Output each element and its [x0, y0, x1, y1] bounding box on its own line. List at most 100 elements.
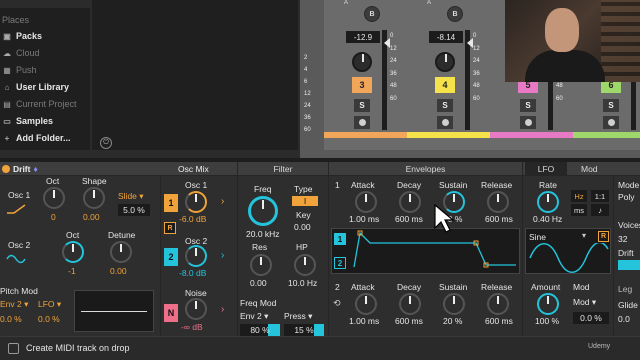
- hotswap-icon[interactable]: ♦: [33, 164, 37, 174]
- browser-item-user-library[interactable]: ⌂ User Library: [2, 79, 69, 95]
- record-icon: [358, 119, 366, 126]
- send-b-knob[interactable]: B: [364, 6, 380, 22]
- envelopes-header: Envelopes: [329, 162, 522, 175]
- browser-item-cloud[interactable]: ☁ Cloud: [2, 45, 40, 61]
- env2-attack-knob[interactable]: [355, 293, 377, 315]
- filter-mod-amt1[interactable]: 80 %: [240, 324, 280, 336]
- env1-attack-knob[interactable]: [355, 191, 377, 213]
- lfo-mod-src-dropdown[interactable]: Mod ▾: [573, 296, 596, 308]
- mix-osc2-knob[interactable]: [185, 245, 207, 267]
- lfo-wave-dropdown[interactable]: Sine: [529, 231, 546, 243]
- lfo-amount-knob[interactable]: [537, 293, 559, 315]
- osc1-shape-knob[interactable]: [83, 187, 105, 209]
- osc-mix-panel: Osc 1 1 -6.0 dB › R Osc 2 2 -8.0 dB › No…: [161, 176, 237, 336]
- track-activator-button[interactable]: 3: [352, 77, 372, 93]
- lfo-wave-display[interactable]: Sine ▾ R: [525, 228, 611, 274]
- pitch-mod-amt2[interactable]: 0.0 %: [38, 314, 60, 324]
- mix-retrigger-chip[interactable]: R: [164, 222, 176, 234]
- record-arm-button[interactable]: [437, 116, 453, 129]
- chevron-right-icon[interactable]: ›: [221, 250, 224, 261]
- send-b-knob[interactable]: B: [447, 6, 463, 22]
- voice-mode-value[interactable]: Poly: [618, 192, 635, 202]
- project-icon: ▤: [3, 99, 11, 109]
- osc1-mode-dropdown[interactable]: Slide ▾: [118, 190, 144, 202]
- env1-decay-knob[interactable]: [399, 191, 421, 213]
- pan-knob[interactable]: [352, 52, 372, 72]
- chevron-right-icon[interactable]: ›: [221, 304, 224, 315]
- lfo-ms-button[interactable]: ms: [571, 204, 587, 216]
- filter-freq-value: 20.0 kHz: [246, 229, 280, 239]
- browser-item-add-folder[interactable]: + Add Folder...: [2, 130, 71, 146]
- record-arm-button[interactable]: [520, 116, 536, 129]
- lfo-note-icon[interactable]: ♪: [591, 204, 609, 216]
- record-arm-button[interactable]: [354, 116, 370, 129]
- loop-icon[interactable]: ⟲: [333, 298, 341, 309]
- tab-lfo[interactable]: LFO: [525, 162, 567, 175]
- lfo-ratio-button[interactable]: 1:1: [591, 190, 609, 202]
- pitch-mod-src2[interactable]: LFO ▾: [38, 298, 61, 310]
- solo-button[interactable]: S: [354, 99, 370, 112]
- filter-hp-knob[interactable]: [294, 254, 316, 276]
- fader-handle[interactable]: [461, 38, 473, 48]
- lfo-hz-button[interactable]: Hz: [571, 190, 587, 202]
- preview-icon[interactable]: ⏻: [100, 137, 112, 149]
- record-arm-button[interactable]: [603, 116, 619, 129]
- legato-button[interactable]: Leg: [618, 284, 632, 294]
- filter-mod-src2[interactable]: Press ▾: [284, 310, 312, 322]
- envelope-display[interactable]: 1 2: [331, 228, 520, 274]
- volume-display[interactable]: -8.14: [429, 31, 463, 43]
- solo-button[interactable]: S: [520, 99, 536, 112]
- voices-value[interactable]: 32: [618, 234, 627, 244]
- mix-osc1-chip[interactable]: 1: [164, 194, 178, 212]
- tab-mod[interactable]: Mod: [581, 164, 598, 174]
- filter-key-value[interactable]: 0.00: [294, 222, 311, 232]
- lfo-rate-value: 0.40 Hz: [533, 214, 563, 224]
- osc1-oct-knob[interactable]: [43, 187, 65, 209]
- device-on-icon[interactable]: [2, 164, 10, 173]
- volume-display[interactable]: -12.9: [346, 31, 380, 43]
- sine-wave-icon[interactable]: [6, 254, 26, 264]
- osc1-mode-amount[interactable]: 5.0 %: [118, 204, 150, 216]
- env1-release-knob[interactable]: [487, 191, 509, 213]
- fader-handle[interactable]: [378, 38, 390, 48]
- mix-osc2-chip[interactable]: 2: [164, 248, 178, 266]
- mix-noise-chip[interactable]: N: [164, 304, 178, 322]
- mix-osc1-knob[interactable]: [185, 191, 207, 213]
- env2-decay-knob[interactable]: [399, 293, 421, 315]
- osc2-detune-knob[interactable]: [110, 241, 132, 263]
- chevron-down-icon[interactable]: ▾: [582, 231, 586, 240]
- filter-type-selector[interactable]: I: [292, 196, 318, 206]
- solo-button[interactable]: S: [437, 99, 453, 112]
- env-display-tab1[interactable]: 1: [334, 233, 346, 245]
- filter-res-knob[interactable]: [250, 254, 272, 276]
- browser-item-current-project[interactable]: ▤ Current Project: [2, 96, 76, 112]
- browser-item-packs[interactable]: ▣ Packs: [2, 28, 42, 44]
- filter-mod-src1[interactable]: Env 2 ▾: [240, 310, 268, 322]
- glide-value[interactable]: 0.0: [618, 314, 630, 324]
- env2-sustain-knob[interactable]: [443, 293, 465, 315]
- filter-freq-knob[interactable]: [248, 196, 278, 226]
- chevron-right-icon[interactable]: ›: [221, 196, 224, 207]
- pan-knob[interactable]: [435, 52, 455, 72]
- pitch-mod-amt1[interactable]: 0.0 %: [0, 314, 22, 324]
- osc2-oct-knob[interactable]: [62, 241, 84, 263]
- browser-item-samples[interactable]: ▭ Samples: [2, 113, 53, 129]
- track-activator-button[interactable]: 4: [435, 77, 455, 93]
- env1-release-label: Release: [481, 180, 513, 190]
- mix-noise-knob[interactable]: [185, 298, 207, 320]
- drift-amount-bar[interactable]: [618, 260, 640, 270]
- envelope-curve[interactable]: [350, 229, 518, 273]
- pitch-mod-src1[interactable]: Env 2 ▾: [0, 298, 28, 310]
- browser-item-push[interactable]: ▦ Push: [2, 62, 36, 78]
- pitch-mod-line: [81, 311, 147, 312]
- env-display-tab2[interactable]: 2: [334, 257, 346, 269]
- lfo-rate-knob[interactable]: [537, 191, 559, 213]
- lfo-retrigger-button[interactable]: R: [598, 231, 609, 242]
- browser-places-list: Places ▣ Packs ☁ Cloud ▦ Push ⌂ User Library…: [0, 8, 90, 150]
- saw-wave-icon[interactable]: [6, 204, 26, 214]
- solo-button[interactable]: S: [603, 99, 619, 112]
- lfo-mod-amount[interactable]: 0.0 %: [573, 312, 609, 324]
- env2-release-knob[interactable]: [487, 293, 509, 315]
- filter-mod-amt2[interactable]: 15 %: [284, 324, 324, 336]
- filter-hp-value: 10.0 Hz: [288, 278, 318, 288]
